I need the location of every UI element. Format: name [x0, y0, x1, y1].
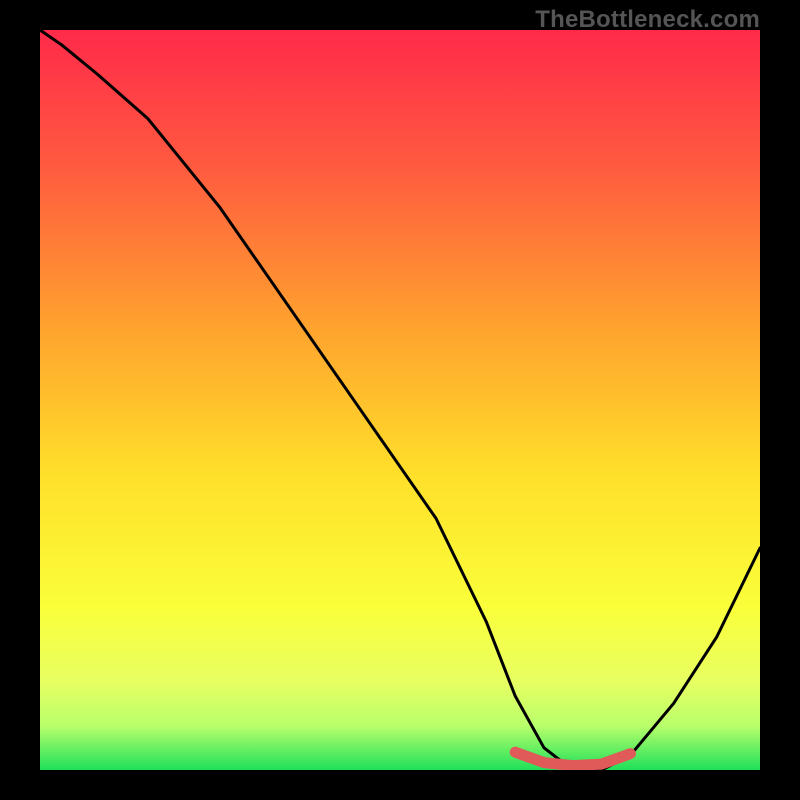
chart-frame: TheBottleneck.com — [0, 0, 800, 800]
chart-svg — [40, 30, 760, 770]
chart-canvas — [40, 30, 760, 770]
